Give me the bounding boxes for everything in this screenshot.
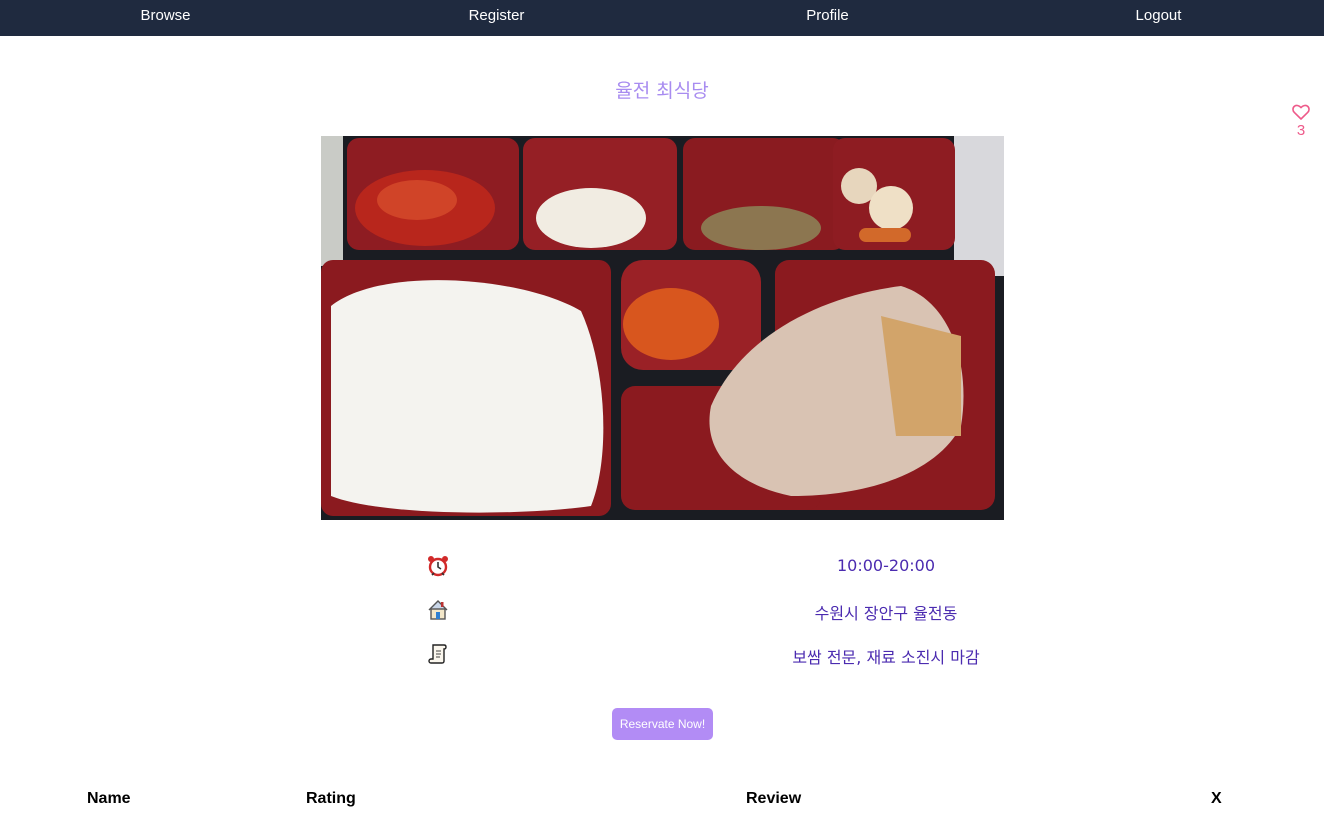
house-icon [428,600,448,620]
note-value: 보쌈 전문, 재료 소진시 마감 [792,648,980,667]
heart-icon[interactable] [1292,104,1310,120]
like-count: 3 [1296,122,1306,139]
nav-profile-link[interactable]: Profile [662,0,993,36]
restaurant-photo [321,136,1004,520]
hours-row: 10:00-20:00 [0,554,1324,584]
alarm-clock-icon [428,556,448,577]
nav-register-link[interactable]: Register [331,0,662,36]
restaurant-name: 율전 최식당 [615,80,709,102]
column-rating: Rating [306,790,356,807]
top-nav: Browse Register Profile Logout [0,0,1324,36]
nav-browse-link[interactable]: Browse [0,0,331,36]
hours-value: 10:00-20:00 [837,556,935,575]
scroll-icon [428,644,447,664]
address-row: 수원시 장안구 율전동 [0,598,1324,628]
reviews-table-header: Name Rating Review X [0,790,1324,812]
reservate-button[interactable]: Reservate Now! [612,708,713,740]
column-name: Name [87,790,131,807]
column-review: Review [746,790,802,807]
column-delete: X [1211,790,1222,807]
address-value: 수원시 장안구 율전동 [814,604,958,623]
nav-logout-link[interactable]: Logout [993,0,1324,36]
like-button[interactable]: 3 [1288,104,1314,139]
note-row: 보쌈 전문, 재료 소진시 마감 [0,642,1324,672]
